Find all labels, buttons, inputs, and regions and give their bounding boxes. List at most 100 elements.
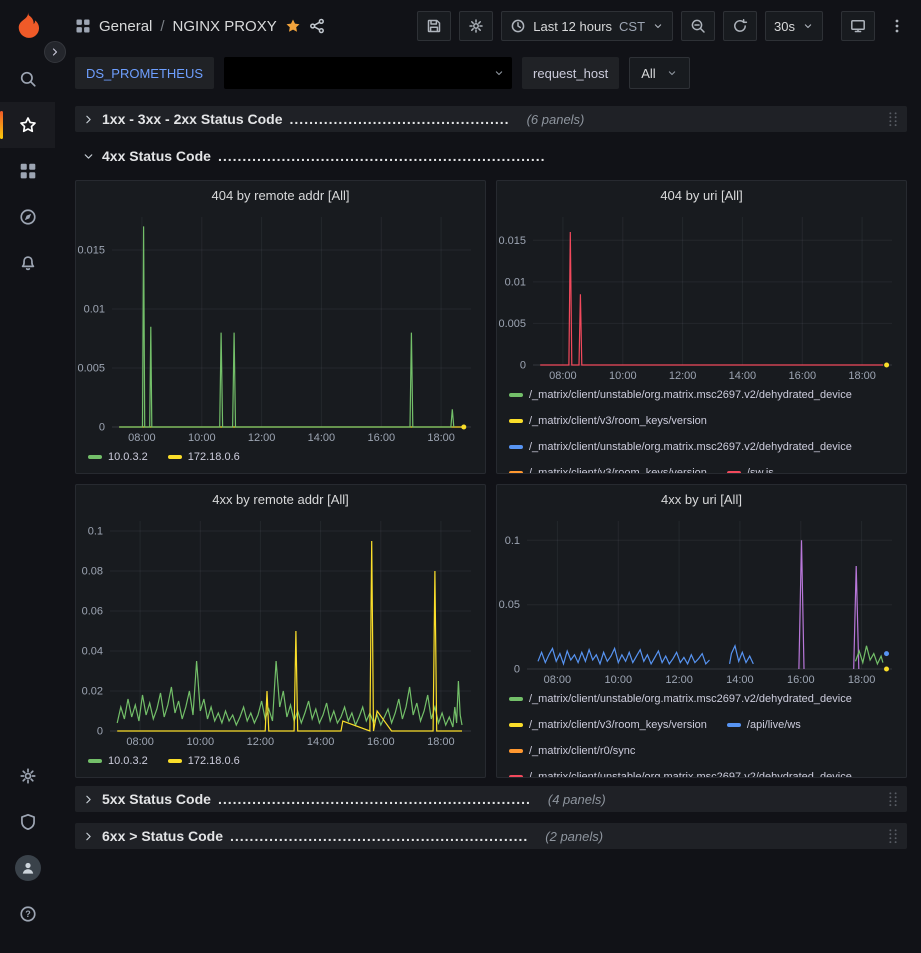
breadcrumb-folder[interactable]: General xyxy=(99,18,152,35)
drag-dots-icon xyxy=(886,790,900,808)
sidebar-item-search[interactable] xyxy=(0,56,55,102)
cycle-view-mode-button[interactable] xyxy=(841,11,875,41)
sidebar-item-starred[interactable] xyxy=(0,102,55,148)
legend-series-marker xyxy=(509,697,523,701)
breadcrumb-separator: / xyxy=(160,18,164,35)
dashboard-content: 1xx - 3xx - 2xx Status Code ............… xyxy=(55,94,921,953)
save-dashboard-button[interactable] xyxy=(417,11,451,41)
chart-404-by-uri[interactable]: 08:0010:0012:0014:0016:0018:0000.0050.01… xyxy=(497,209,906,383)
svg-text:12:00: 12:00 xyxy=(669,370,697,382)
compass-icon xyxy=(19,208,37,226)
refresh-icon xyxy=(732,18,748,34)
row-5xx[interactable]: 5xx Status Code ........................… xyxy=(75,786,907,812)
chevron-down-icon xyxy=(493,67,505,79)
legend-series-label: /sw.js xyxy=(747,465,774,473)
legend-series-label: 172.18.0.6 xyxy=(188,753,240,769)
sidebar-item-configuration[interactable] xyxy=(0,753,55,799)
svg-text:0.015: 0.015 xyxy=(77,245,105,257)
panel-title[interactable]: 404 by remote addr [All] xyxy=(76,181,485,209)
legend-item[interactable]: 172.18.0.6 xyxy=(168,753,240,769)
chart-4xx-by-remote-addr[interactable]: 08:0010:0012:0014:0016:0018:0000.020.040… xyxy=(76,513,485,749)
legend-item[interactable]: /_matrix/client/unstable/org.matrix.msc2… xyxy=(509,387,852,403)
svg-text:0: 0 xyxy=(520,360,526,372)
legend-item[interactable]: 10.0.3.2 xyxy=(88,449,148,465)
svg-text:08:00: 08:00 xyxy=(544,674,572,686)
panel-title[interactable]: 404 by uri [All] xyxy=(497,181,906,209)
dashboard-settings-button[interactable] xyxy=(459,11,493,41)
legend-item[interactable]: /_matrix/client/r0/sync xyxy=(509,743,635,759)
panel-legend: /_matrix/client/unstable/org.matrix.msc2… xyxy=(497,383,906,473)
row-drag-handle[interactable] xyxy=(882,825,904,847)
svg-text:0.1: 0.1 xyxy=(505,535,520,547)
row-1xx-3xx-2xx[interactable]: 1xx - 3xx - 2xx Status Code ............… xyxy=(75,106,907,132)
legend-item[interactable]: /_matrix/client/v3/room_keys/version xyxy=(509,413,707,429)
chart-404-by-remote-addr[interactable]: 08:0010:0012:0014:0016:0018:0000.0050.01… xyxy=(76,209,485,445)
legend-series-marker xyxy=(509,775,523,777)
time-range-picker[interactable]: Last 12 hours CST xyxy=(501,11,673,41)
chevron-right-icon xyxy=(82,830,95,843)
host-variable-select-redacted[interactable] xyxy=(224,57,512,89)
row-drag-handle[interactable] xyxy=(882,788,904,810)
legend-item[interactable]: /_matrix/client/unstable/org.matrix.msc2… xyxy=(509,691,852,707)
zoom-out-time-button[interactable] xyxy=(681,11,715,41)
grafana-logo[interactable] xyxy=(0,10,55,40)
kebab-menu-button[interactable] xyxy=(887,18,907,34)
panel-title[interactable]: 4xx by uri [All] xyxy=(497,485,906,513)
chart-4xx-by-uri[interactable]: 08:0010:0012:0014:0016:0018:0000.050.1 xyxy=(497,513,906,687)
legend-item[interactable]: /_matrix/client/unstable/org.matrix.msc2… xyxy=(509,439,852,455)
svg-text:14:00: 14:00 xyxy=(307,736,335,748)
panel-title[interactable]: 4xx by remote addr [All] xyxy=(76,485,485,513)
panel-4xx-by-remote-addr: 4xx by remote addr [All] 08:0010:0012:00… xyxy=(75,484,486,778)
sidebar-item-dashboards[interactable] xyxy=(0,148,55,194)
legend-series-label: /_matrix/client/unstable/org.matrix.msc2… xyxy=(529,691,852,707)
legend-item[interactable]: /sw.js xyxy=(727,465,774,473)
sidebar-item-server-admin[interactable] xyxy=(0,799,55,845)
monitor-icon xyxy=(850,18,866,34)
svg-text:18:00: 18:00 xyxy=(848,370,876,382)
dashboards-grid-icon xyxy=(19,162,37,180)
svg-text:18:00: 18:00 xyxy=(427,736,455,748)
apps-grid-icon xyxy=(75,18,91,34)
sidebar: ? xyxy=(0,0,55,953)
share-dashboard-button[interactable] xyxy=(309,18,325,34)
svg-text:10:00: 10:00 xyxy=(609,370,637,382)
svg-text:0.08: 0.08 xyxy=(82,566,103,578)
time-range-label: Last 12 hours xyxy=(533,19,612,34)
bell-icon xyxy=(19,254,37,272)
sidebar-item-alerting[interactable] xyxy=(0,240,55,286)
legend-item[interactable]: /_matrix/client/v3/room_keys/version xyxy=(509,465,707,473)
legend-series-marker xyxy=(88,455,102,459)
legend-item[interactable]: 172.18.0.6 xyxy=(168,449,240,465)
legend-item[interactable]: 10.0.3.2 xyxy=(88,753,148,769)
row-title-leader: ........................................… xyxy=(218,791,531,807)
main-area: General / NGINX PROXY Last 12 hours CST xyxy=(55,0,921,953)
legend-item[interactable]: /_matrix/client/v3/room_keys/version xyxy=(509,717,707,733)
help-circle-icon: ? xyxy=(19,905,37,923)
svg-text:08:00: 08:00 xyxy=(549,370,577,382)
datasource-variable-label[interactable]: DS_PROMETHEUS xyxy=(75,57,214,89)
svg-text:?: ? xyxy=(25,909,31,919)
legend-series-marker xyxy=(88,759,102,763)
svg-text:14:00: 14:00 xyxy=(729,370,757,382)
row-drag-handle[interactable] xyxy=(882,108,904,130)
favorite-star-button[interactable] xyxy=(285,18,301,34)
svg-text:18:00: 18:00 xyxy=(427,432,455,444)
request-host-variable-select[interactable]: All xyxy=(629,57,689,89)
legend-item[interactable]: /api/live/ws xyxy=(727,717,801,733)
legend-series-label: /_matrix/client/unstable/org.matrix.msc2… xyxy=(529,387,852,403)
request-host-value: All xyxy=(641,66,655,81)
panel-4xx-by-uri: 4xx by uri [All] 08:0010:0012:0014:0016:… xyxy=(496,484,907,778)
chevron-right-icon xyxy=(49,46,61,58)
refresh-interval-select[interactable]: 30s xyxy=(765,11,823,41)
sidebar-item-explore[interactable] xyxy=(0,194,55,240)
row-6xx[interactable]: 6xx > Status Code ......................… xyxy=(75,823,907,849)
refresh-dashboard-button[interactable] xyxy=(723,11,757,41)
svg-text:10:00: 10:00 xyxy=(188,432,216,444)
sidebar-item-help[interactable]: ? xyxy=(0,891,55,937)
svg-text:14:00: 14:00 xyxy=(308,432,336,444)
row-4xx[interactable]: 4xx Status Code ........................… xyxy=(75,144,907,168)
legend-item[interactable]: /_matrix/client/unstable/org.matrix.msc2… xyxy=(509,769,852,777)
sidebar-item-profile[interactable] xyxy=(0,845,55,891)
sidebar-expand-button[interactable] xyxy=(44,41,66,63)
svg-text:12:00: 12:00 xyxy=(665,674,693,686)
